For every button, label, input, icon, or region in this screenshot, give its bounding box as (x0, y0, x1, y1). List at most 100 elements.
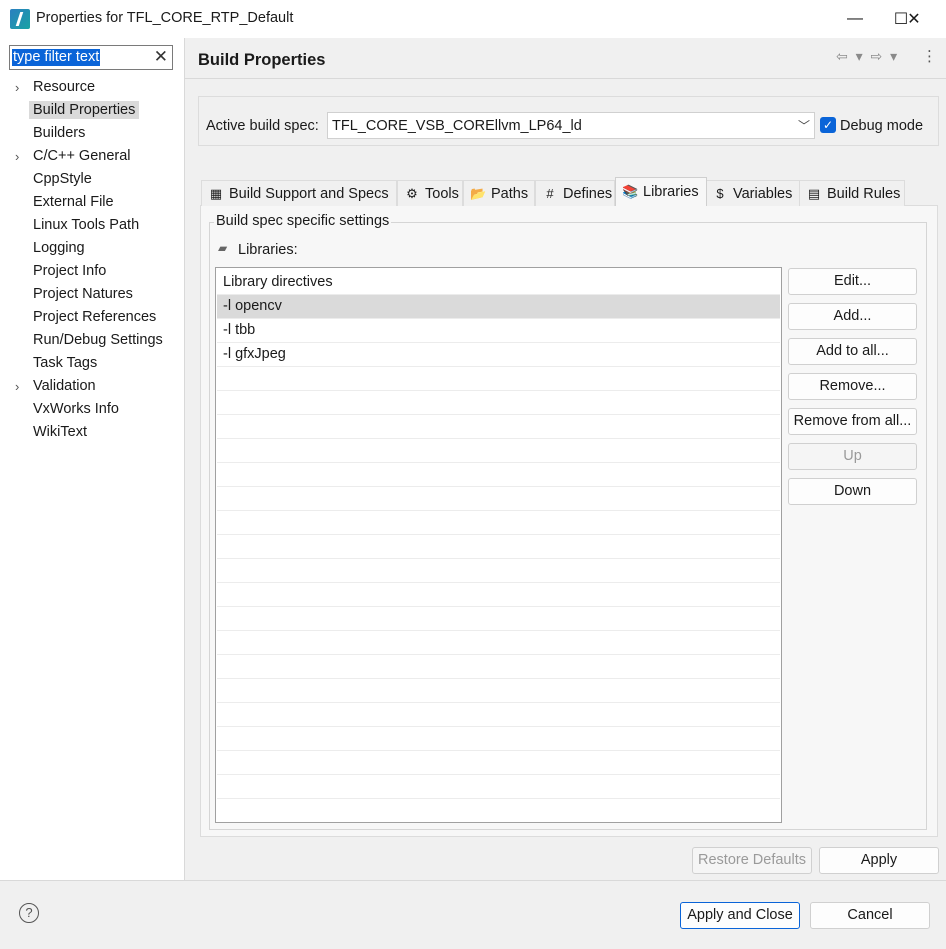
page-title: Build Properties (198, 51, 326, 69)
history-nav-icons[interactable]: ⇦ ▾ ⇨ ▾ (836, 48, 899, 65)
edit-button[interactable]: Edit... (788, 268, 917, 295)
tree-item[interactable]: CppStyle (0, 168, 184, 191)
empty-table-row (217, 679, 780, 703)
empty-table-row (217, 367, 780, 391)
tree-item[interactable]: › C/C++ General (0, 145, 184, 168)
header-divider (185, 78, 946, 79)
apply-button[interactable]: Apply (819, 847, 939, 874)
debug-mode-label[interactable]: Debug mode (840, 118, 923, 134)
tree-item[interactable]: Linux Tools Path (0, 214, 184, 237)
tree-item[interactable]: Project References (0, 306, 184, 329)
tab-label: Tools (425, 185, 459, 202)
minimize-icon (832, 0, 878, 38)
tree-item[interactable]: Build Properties (0, 99, 184, 122)
add-button[interactable]: Add... (788, 303, 917, 330)
empty-table-row (217, 655, 780, 679)
window-title: Properties for TFL_CORE_RTP_Default (36, 10, 294, 26)
tab-tools[interactable]: ⚙ Tools (397, 180, 463, 206)
filter-input[interactable]: type filter text ✕ (9, 45, 173, 70)
empty-table-row (217, 463, 780, 487)
tree-item-label: CppStyle (33, 171, 92, 187)
remove-button[interactable]: Remove... (788, 373, 917, 400)
dollar-icon: $ (716, 186, 724, 201)
empty-table-row (217, 559, 780, 583)
down-button[interactable]: Down (788, 478, 917, 505)
chevron-right-icon[interactable]: › (15, 375, 19, 398)
view-menu-icon[interactable]: ⋮ (922, 47, 937, 65)
tab-build-support-and-specs[interactable]: ▦ Build Support and Specs (201, 180, 397, 206)
tree-item[interactable]: Logging (0, 237, 184, 260)
tree-item[interactable]: VxWorks Info (0, 398, 184, 421)
remove-from-all-button[interactable]: Remove from all... (788, 408, 917, 435)
empty-table-row (217, 415, 780, 439)
tree-item-label: Logging (33, 240, 85, 256)
empty-table-row (217, 631, 780, 655)
folder-icon: 📂 (470, 185, 487, 201)
empty-table-row (217, 583, 780, 607)
tab-paths[interactable]: 📂 Paths (463, 180, 535, 206)
restore-defaults-button[interactable]: Restore Defaults (692, 847, 812, 874)
close-button[interactable]: ✕ (891, 0, 937, 38)
tree-item[interactable]: External File (0, 191, 184, 214)
libraries-icon: 📚 (622, 184, 639, 199)
clear-filter-icon[interactable]: ✕ (154, 47, 168, 67)
empty-table-row (217, 511, 780, 535)
up-button[interactable]: Up (788, 443, 917, 470)
tab-build-rules[interactable]: ▤ Build Rules (799, 180, 905, 206)
tree-item[interactable]: Task Tags (0, 352, 184, 375)
hash-icon: # (546, 186, 554, 201)
tools-icon: ⚙ (406, 185, 418, 201)
debug-mode-checkbox[interactable]: ✓ (820, 117, 836, 133)
group-title: Build spec specific settings (214, 213, 392, 229)
tree-item-label: Resource (33, 79, 96, 95)
tab-libraries[interactable]: 📚 Libraries (615, 177, 707, 206)
table-row[interactable]: -l gfxJpeg (217, 343, 780, 367)
tree-item-label: VxWorks Info (33, 401, 119, 417)
table-row[interactable]: -l opencv (217, 295, 780, 319)
empty-table-row (217, 607, 780, 631)
chevron-right-icon[interactable]: › (15, 145, 19, 168)
library-icon: ▰ (218, 241, 228, 255)
table-row[interactable]: -l tbb (217, 319, 780, 343)
tree-item[interactable]: › Resource (0, 76, 184, 99)
empty-table-row (217, 799, 780, 822)
tree-item-label: Task Tags (33, 355, 98, 371)
chevron-right-icon[interactable]: › (15, 76, 19, 99)
filter-text: type filter text (12, 49, 101, 66)
tree-item-label: Build Properties (29, 101, 140, 119)
tree-item[interactable]: Run/Debug Settings (0, 329, 184, 352)
tree-item-label: Project References (33, 309, 157, 325)
empty-table-row (217, 727, 780, 751)
tab-variables[interactable]: $ Variables (705, 180, 801, 206)
tab-defines[interactable]: # Defines (535, 180, 615, 206)
build-support-icon: ▦ (209, 185, 223, 201)
tree-item[interactable]: WikiText (0, 421, 184, 444)
tab-label: Libraries (643, 184, 699, 200)
add-to-all-button[interactable]: Add to all... (788, 338, 917, 365)
tab-label: Defines (563, 185, 613, 202)
chevron-down-icon: ﹀ (797, 119, 810, 133)
tree-item[interactable]: › Validation (0, 375, 184, 398)
app-icon (10, 9, 30, 29)
help-icon[interactable]: ? (19, 903, 39, 923)
empty-table-row (217, 439, 780, 463)
tree-item-label: Validation (33, 378, 96, 394)
cancel-button[interactable]: Cancel (810, 902, 930, 929)
footer-divider (0, 880, 946, 881)
active-build-spec-select[interactable]: TFL_CORE_VSB_COREllvm_LP64_ld ﹀ (327, 112, 815, 139)
tree-item-label: WikiText (33, 424, 87, 440)
active-build-spec-label: Active build spec: (206, 118, 319, 134)
table-header-row[interactable]: Library directives (217, 271, 780, 295)
properties-tree: › Resource Build Properties Builders › C/C++ … (0, 76, 184, 444)
tree-item-label: Run/Debug Settings (33, 332, 163, 348)
tree-item[interactable]: Project Natures (0, 283, 184, 306)
empty-table-row (217, 775, 780, 799)
libraries-table[interactable]: Library directives -l opencv -l tbb -l gfxJ… (215, 267, 782, 823)
tree-item-label: External File (33, 194, 114, 210)
apply-and-close-button[interactable]: Apply and Close (680, 902, 800, 929)
tree-item[interactable]: Project Info (0, 260, 184, 283)
tree-item-label: C/C++ General (33, 148, 131, 164)
tree-item[interactable]: Builders (0, 122, 184, 145)
tree-item-label: Builders (33, 125, 86, 141)
empty-table-row (217, 703, 780, 727)
